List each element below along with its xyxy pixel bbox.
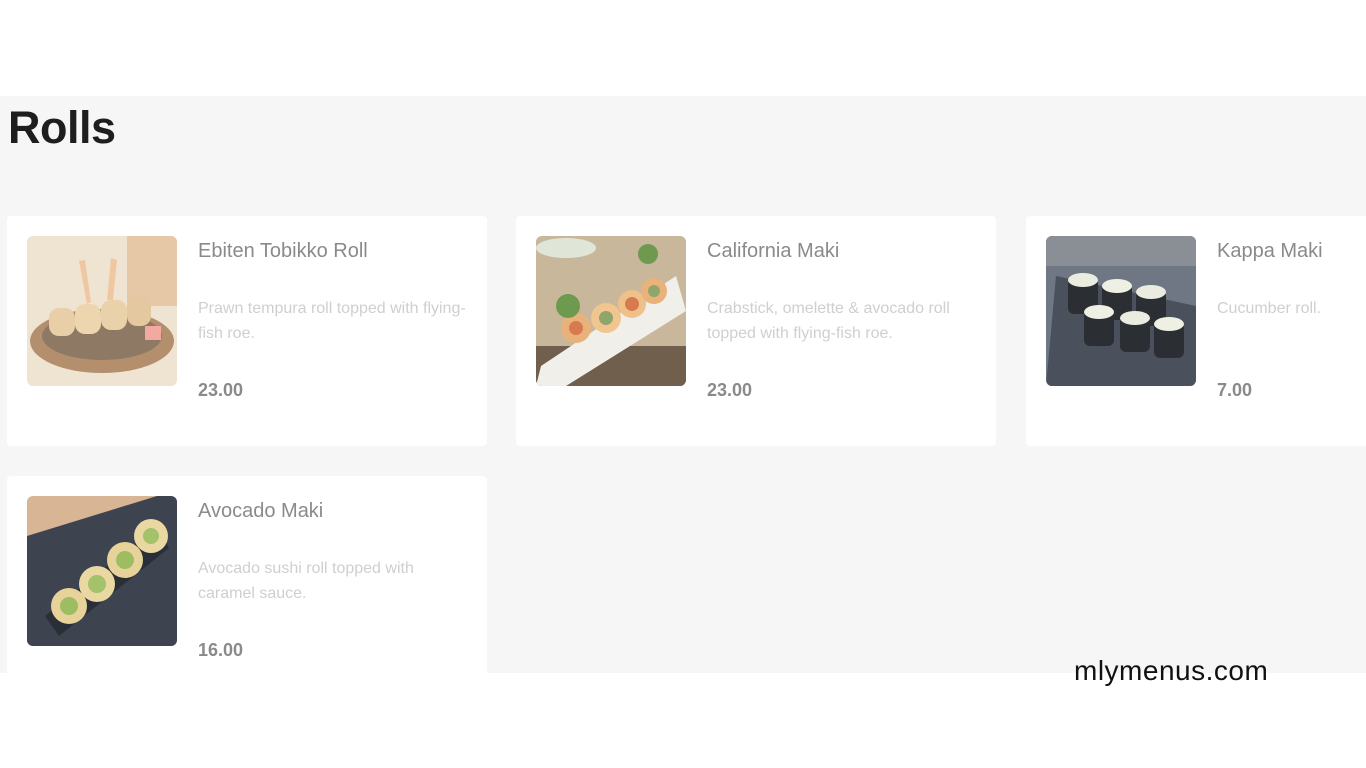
site-watermark: mlymenus.com xyxy=(1074,655,1269,686)
item-photo[interactable] xyxy=(536,236,686,386)
item-price: 23.00 xyxy=(198,380,244,400)
item-photo[interactable] xyxy=(27,496,177,646)
item-name: Avocado Maki xyxy=(198,500,324,522)
item-price: 7.00 xyxy=(1217,380,1253,400)
section-title: Rolls xyxy=(8,102,116,153)
item-name: Kappa Maki xyxy=(1217,240,1323,262)
menu-item-card[interactable]: Ebiten Tobikko Roll Prawn tempura roll t… xyxy=(7,216,487,446)
item-photo[interactable] xyxy=(1046,236,1196,386)
menu-section: Rolls Ebiten Tobikko Roll Prawn tempura … xyxy=(0,96,1366,673)
item-name: California Maki xyxy=(707,240,840,262)
item-description: Prawn tempura roll topped with flying-fi… xyxy=(198,300,466,342)
item-price: 23.00 xyxy=(707,380,753,400)
item-price: 16.00 xyxy=(198,640,244,660)
menu-item-card[interactable]: Kappa Maki Cucumber roll. 7.00 xyxy=(1026,216,1366,446)
item-photo[interactable] xyxy=(27,236,177,386)
menu-item-card[interactable]: California Maki Crabstick, omelette & av… xyxy=(516,216,996,446)
menu-item-card[interactable]: Avocado Maki Avocado sushi roll topped w… xyxy=(7,476,487,673)
item-name: Ebiten Tobikko Roll xyxy=(198,240,368,262)
item-description: Crabstick, omelette & avocado roll toppe… xyxy=(707,300,950,342)
item-description: Cucumber roll. xyxy=(1217,300,1322,317)
item-description: Avocado sushi roll topped with caramel s… xyxy=(198,560,414,602)
